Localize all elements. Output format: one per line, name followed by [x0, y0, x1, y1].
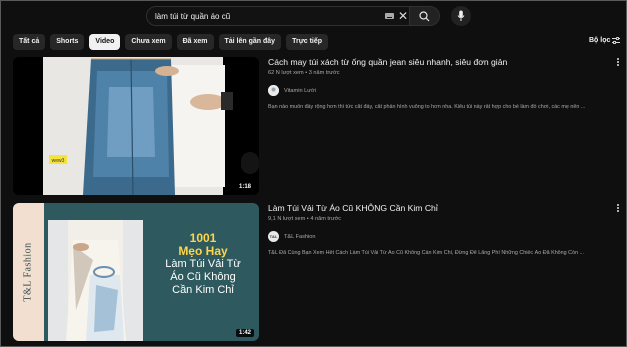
avatar-icon [268, 85, 279, 96]
poster-line: Áo Cũ Không [170, 271, 236, 283]
video-thumbnail[interactable]: wew3 1:18 [13, 57, 259, 195]
video-description: Bạn nào muốn đáy rộng hơn thì tức cắt đá… [268, 104, 586, 110]
chip-watched[interactable]: Đã xem [176, 34, 214, 50]
poster-thumbnail: T&L Fashion 1001 Mẹo Hay Làm Túi Vải Từ … [13, 203, 259, 341]
chip-shorts[interactable]: Shorts [50, 34, 85, 50]
more-actions-icon[interactable] [614, 57, 622, 69]
video-duration: 1:42 [235, 329, 254, 337]
filters-button[interactable]: Bộ lọc [589, 37, 621, 44]
chip-video[interactable]: Video [89, 34, 121, 50]
channel-name[interactable]: Vitamin Lười [284, 88, 316, 94]
video-info: Cách may túi xách từ ống quần jean siêu … [268, 57, 608, 110]
video-info: Làm Túi Vải Từ Áo Cũ KHÔNG Cần Kim Chỉ 9… [268, 203, 608, 256]
search-box: ✕ [146, 6, 410, 26]
chip-live[interactable]: Trực tiếp [286, 34, 329, 50]
clear-search-icon[interactable]: ✕ [397, 9, 409, 23]
video-meta: 9,1 N lượt xem • 4 năm trước [268, 216, 342, 222]
poster-line: Cần Kim Chỉ [172, 284, 234, 296]
sticker-text: wew3 [52, 158, 65, 164]
person-with-tote-bag-image [48, 220, 143, 341]
jeans-sewing-thumbnail-image: wew3 [13, 57, 259, 195]
chip-unwatched[interactable]: Chưa xem [125, 34, 172, 50]
video-result: wew3 1:18 Cách may túi xách từ ống quần … [13, 57, 619, 197]
more-actions-icon[interactable] [614, 203, 622, 215]
search-button[interactable] [410, 6, 440, 26]
filters-label: Bộ lọc [589, 37, 611, 44]
video-thumbnail[interactable]: T&L Fashion 1001 Mẹo Hay Làm Túi Vải Từ … [13, 203, 259, 341]
filter-chips: Tất cả Shorts Video Chưa xem Đã xem Tải … [13, 34, 329, 50]
channel-avatar[interactable]: T&L [268, 231, 279, 242]
video-title[interactable]: Làm Túi Vải Từ Áo Cũ KHÔNG Cần Kim Chỉ [268, 203, 608, 214]
chip-all[interactable]: Tất cả [13, 34, 46, 50]
youtube-search-results-page: ✕ Tất cả Shorts Video Chưa xem Đã xem Tả… [0, 0, 627, 347]
channel-avatar[interactable] [268, 85, 279, 96]
video-meta: 62 N lượt xem • 3 năm trước [268, 70, 340, 76]
video-title[interactable]: Cách may túi xách từ ống quần jean siêu … [268, 57, 608, 68]
search-input[interactable] [155, 9, 375, 23]
video-duration: 1:18 [235, 183, 254, 191]
poster-side-text: T&L Fashion [22, 242, 34, 302]
keyboard-icon[interactable] [385, 13, 394, 19]
microphone-icon [457, 10, 465, 21]
voice-search-button[interactable] [451, 6, 471, 26]
poster-side-banner: T&L Fashion [13, 203, 44, 341]
poster-headline: 1001 Mẹo Hay Làm Túi Vải Từ Áo Cũ Không … [153, 232, 253, 297]
channel-row[interactable]: Vitamin Lười [268, 85, 608, 96]
poster-line: Làm Túi Vải Từ [165, 258, 241, 270]
poster-line: Mẹo Hay [178, 244, 228, 258]
search-icon [419, 11, 430, 22]
poster-photo [48, 220, 143, 341]
video-result: T&L Fashion 1001 Mẹo Hay Làm Túi Vải Từ … [13, 203, 619, 343]
filter-sliders-icon [612, 37, 621, 44]
channel-row[interactable]: T&L T&L Fashion [268, 231, 608, 242]
video-description: T&L Đã Cùng Bạn Xem Hết Cách Làm Túi Vải… [268, 250, 585, 256]
channel-name[interactable]: T&L Fashion [284, 234, 316, 240]
chip-recently-uploaded[interactable]: Tải lên gần đây [218, 34, 282, 50]
